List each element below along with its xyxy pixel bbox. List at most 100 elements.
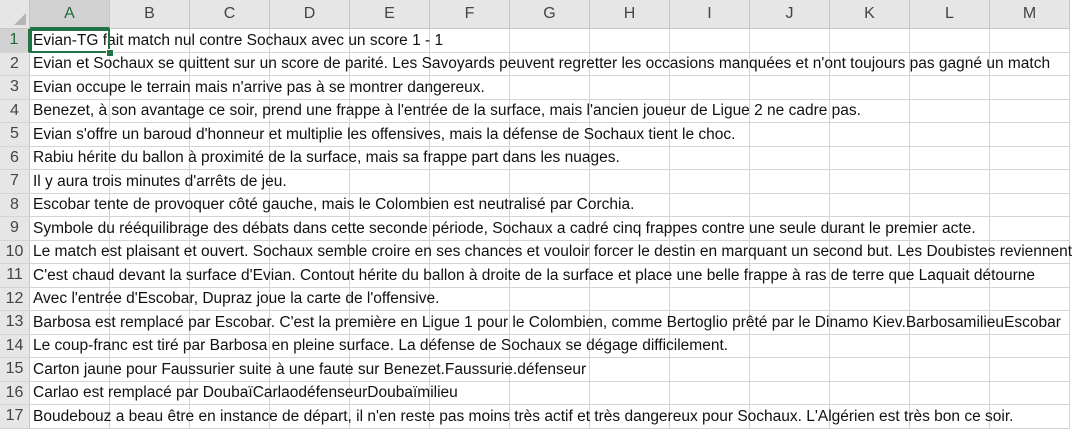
row-header[interactable]: 16 bbox=[0, 381, 30, 405]
cell-m[interactable] bbox=[990, 381, 1070, 405]
cell-k[interactable] bbox=[830, 170, 910, 194]
row-header[interactable]: 2 bbox=[0, 52, 30, 76]
cell-g[interactable] bbox=[510, 287, 590, 311]
column-header-c[interactable]: C bbox=[190, 0, 270, 29]
cell-l[interactable] bbox=[910, 146, 990, 170]
row-header[interactable]: 3 bbox=[0, 76, 30, 100]
cell-m[interactable] bbox=[990, 76, 1070, 100]
column-header-e[interactable]: E bbox=[350, 0, 430, 29]
cell-j[interactable] bbox=[750, 76, 830, 100]
column-header-m[interactable]: M bbox=[990, 0, 1070, 29]
cell-l[interactable] bbox=[910, 193, 990, 217]
row-header[interactable]: 10 bbox=[0, 240, 30, 264]
cell-m[interactable] bbox=[990, 193, 1070, 217]
row-header[interactable]: 1 bbox=[0, 29, 30, 53]
cell-k[interactable] bbox=[830, 123, 910, 147]
column-header-l[interactable]: L bbox=[910, 0, 990, 29]
cell-h[interactable] bbox=[590, 358, 670, 382]
cell-l[interactable] bbox=[910, 99, 990, 123]
column-header-i[interactable]: I bbox=[670, 0, 750, 29]
cell-i[interactable] bbox=[670, 76, 750, 100]
cell-m[interactable] bbox=[990, 99, 1070, 123]
row-header[interactable]: 14 bbox=[0, 334, 30, 358]
cell-j[interactable] bbox=[750, 381, 830, 405]
cell-k[interactable] bbox=[830, 358, 910, 382]
cell-l[interactable] bbox=[910, 170, 990, 194]
cell-i[interactable] bbox=[670, 170, 750, 194]
cell-h[interactable] bbox=[590, 170, 670, 194]
fill-handle[interactable] bbox=[106, 49, 114, 57]
cell-j[interactable] bbox=[750, 170, 830, 194]
column-header-g[interactable]: G bbox=[510, 0, 590, 29]
cell-h[interactable] bbox=[590, 381, 670, 405]
column-header-d[interactable]: D bbox=[270, 0, 350, 29]
cell-l[interactable] bbox=[910, 123, 990, 147]
cell-g[interactable] bbox=[510, 170, 590, 194]
cell-m[interactable] bbox=[990, 29, 1070, 53]
column-header-a[interactable]: A bbox=[30, 0, 110, 29]
cell-l[interactable] bbox=[910, 334, 990, 358]
cell-l[interactable] bbox=[910, 358, 990, 382]
cell-m[interactable] bbox=[990, 358, 1070, 382]
cell-j[interactable] bbox=[750, 287, 830, 311]
cell-i[interactable] bbox=[670, 381, 750, 405]
cell-j[interactable] bbox=[750, 358, 830, 382]
cell-f[interactable] bbox=[430, 170, 510, 194]
cell-h[interactable] bbox=[590, 287, 670, 311]
cell-i[interactable] bbox=[670, 29, 750, 53]
cell-k[interactable] bbox=[830, 334, 910, 358]
cell-i[interactable] bbox=[670, 146, 750, 170]
cell-k[interactable] bbox=[830, 287, 910, 311]
cell-l[interactable] bbox=[910, 29, 990, 53]
row-header[interactable]: 15 bbox=[0, 358, 30, 382]
cell-h[interactable] bbox=[590, 29, 670, 53]
cell-l[interactable] bbox=[910, 76, 990, 100]
cell-m[interactable] bbox=[990, 217, 1070, 241]
cell-i[interactable] bbox=[670, 193, 750, 217]
row-header[interactable]: 12 bbox=[0, 287, 30, 311]
cell-j[interactable] bbox=[750, 334, 830, 358]
cell-h[interactable] bbox=[590, 76, 670, 100]
cell-m[interactable] bbox=[990, 123, 1070, 147]
cell-e[interactable] bbox=[350, 170, 430, 194]
row-header[interactable]: 13 bbox=[0, 311, 30, 335]
cell-m[interactable] bbox=[990, 287, 1070, 311]
cell-m[interactable] bbox=[990, 334, 1070, 358]
column-header-h[interactable]: H bbox=[590, 0, 670, 29]
cell-k[interactable] bbox=[830, 76, 910, 100]
cell-a-text: Le coup-franc est tiré par Barbosa en pl… bbox=[33, 337, 729, 355]
cell-k[interactable] bbox=[830, 381, 910, 405]
row-header[interactable]: 9 bbox=[0, 217, 30, 241]
column-header-f[interactable]: F bbox=[430, 0, 510, 29]
cell-g[interactable] bbox=[510, 76, 590, 100]
cell-l[interactable] bbox=[910, 287, 990, 311]
cell-a-text: Carlao est remplacé par DoubaïCarlaodéfe… bbox=[33, 384, 458, 402]
row-header[interactable]: 4 bbox=[0, 99, 30, 123]
cell-j[interactable] bbox=[750, 123, 830, 147]
cell-g[interactable] bbox=[510, 29, 590, 53]
cell-k[interactable] bbox=[830, 146, 910, 170]
cell-m[interactable] bbox=[990, 146, 1070, 170]
row-header[interactable]: 17 bbox=[0, 405, 30, 429]
cell-i[interactable] bbox=[670, 287, 750, 311]
cell-j[interactable] bbox=[750, 193, 830, 217]
select-all-button[interactable] bbox=[0, 0, 30, 29]
cell-k[interactable] bbox=[830, 193, 910, 217]
column-header-j[interactable]: J bbox=[750, 0, 830, 29]
cell-k[interactable] bbox=[830, 29, 910, 53]
cell-f[interactable] bbox=[430, 287, 510, 311]
row-cells: Rabiu hérite du ballon à proximité de la… bbox=[30, 146, 1076, 170]
column-header-k[interactable]: K bbox=[830, 0, 910, 29]
row-header[interactable]: 7 bbox=[0, 170, 30, 194]
row-header[interactable]: 6 bbox=[0, 146, 30, 170]
cell-j[interactable] bbox=[750, 29, 830, 53]
column-header-b[interactable]: B bbox=[110, 0, 190, 29]
cell-m[interactable] bbox=[990, 170, 1070, 194]
row-header[interactable]: 8 bbox=[0, 193, 30, 217]
cell-l[interactable] bbox=[910, 381, 990, 405]
cell-g[interactable] bbox=[510, 381, 590, 405]
row-header[interactable]: 11 bbox=[0, 264, 30, 288]
cell-j[interactable] bbox=[750, 146, 830, 170]
row-header[interactable]: 5 bbox=[0, 123, 30, 147]
cell-i[interactable] bbox=[670, 358, 750, 382]
